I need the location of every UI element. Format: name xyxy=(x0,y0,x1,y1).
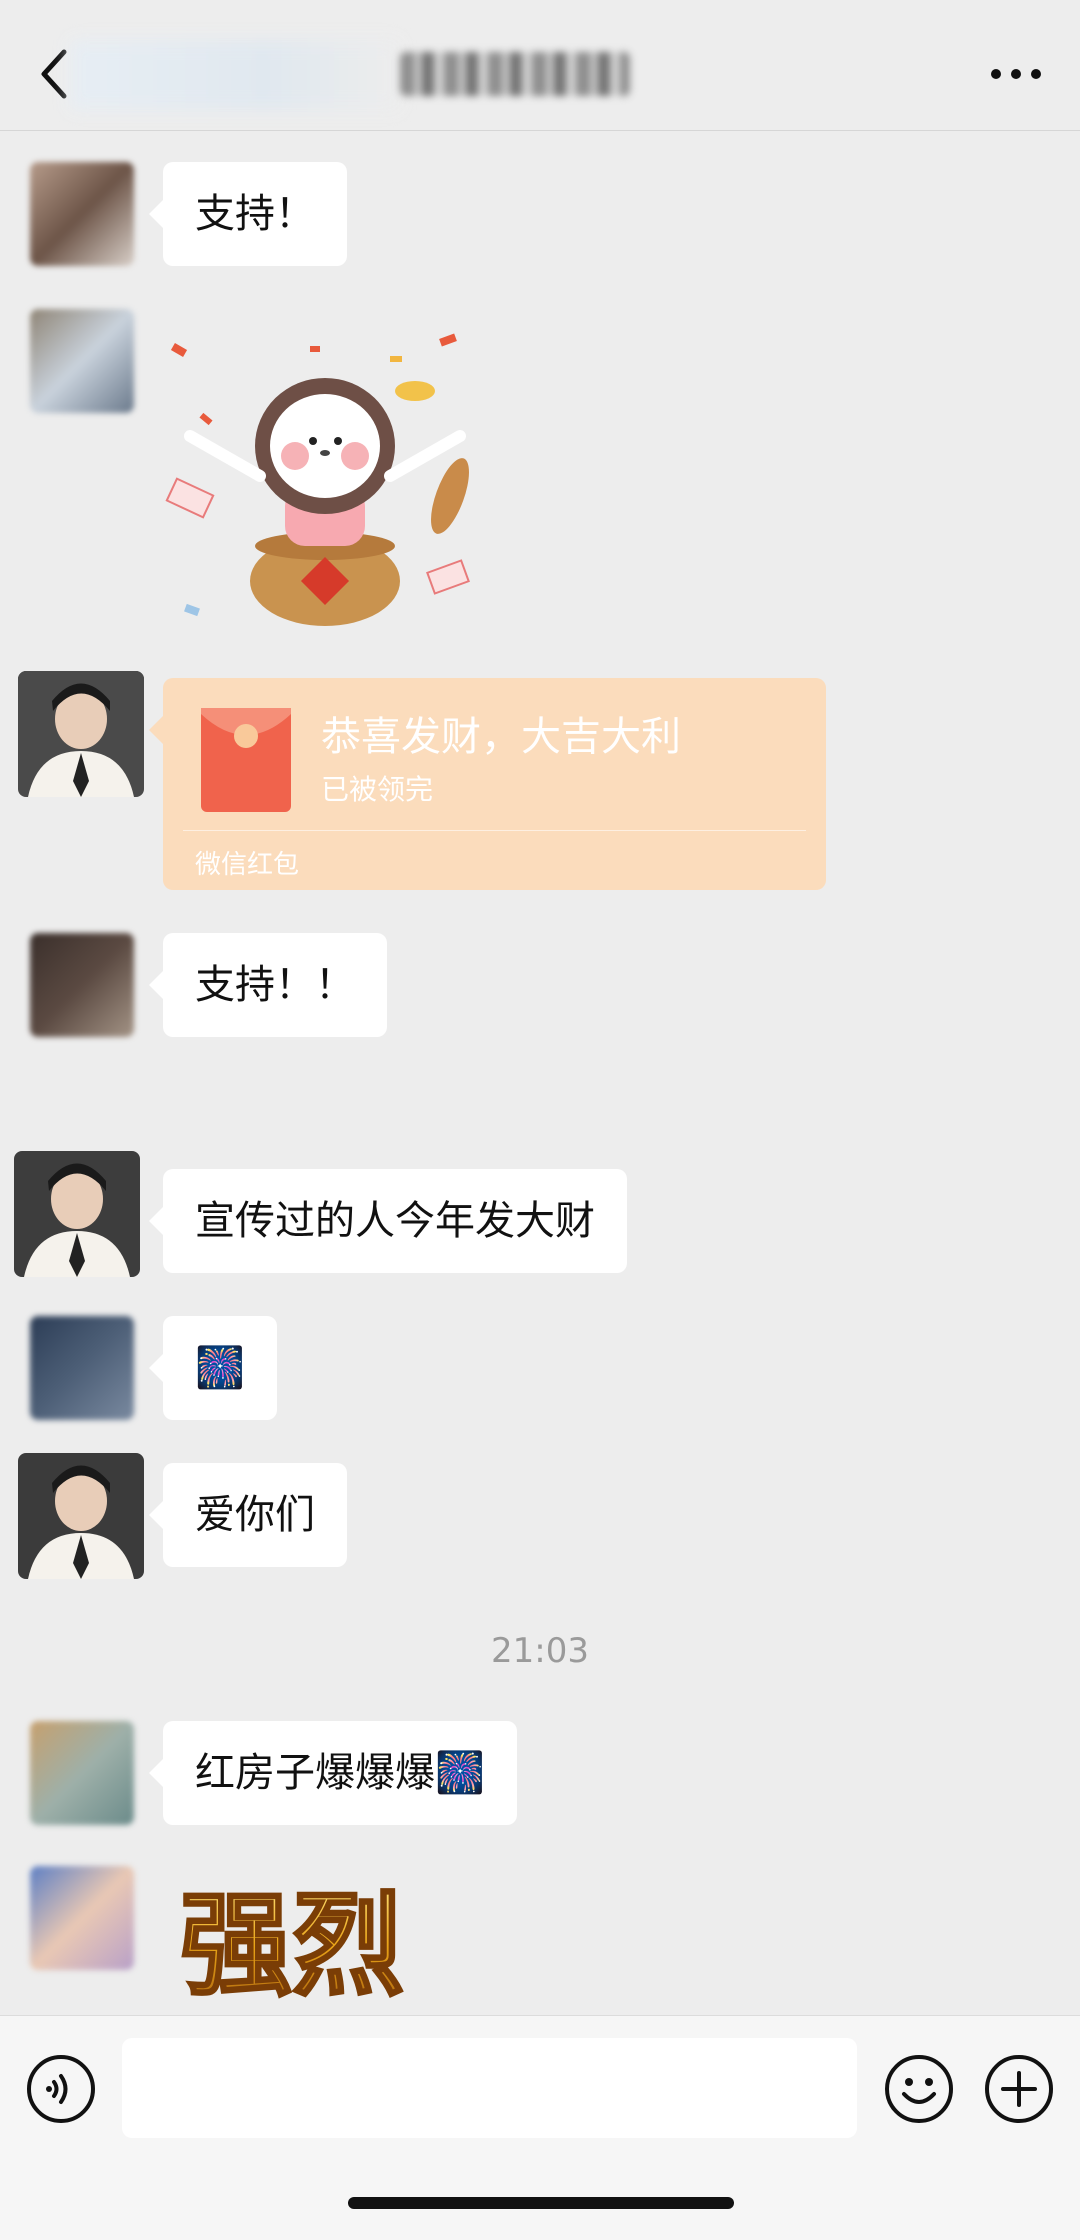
plus-button[interactable] xyxy=(984,2054,1054,2124)
avatar-photo-icon xyxy=(18,1453,144,1579)
message-bubble[interactable]: 支持！！ xyxy=(149,933,387,1037)
avatar[interactable] xyxy=(30,309,134,413)
avatar[interactable] xyxy=(30,1721,134,1825)
message-bubble[interactable]: 爱你们 xyxy=(149,1463,347,1567)
red-packet-footer: 微信红包 xyxy=(195,850,300,880)
avatar[interactable] xyxy=(30,1866,134,1970)
message-bubble[interactable]: 宣传过的人今年发大财 xyxy=(149,1169,627,1273)
avatar[interactable] xyxy=(30,162,134,266)
voice-icon xyxy=(27,2055,95,2123)
red-packet-title: 恭喜发财，大吉大利 xyxy=(321,714,681,760)
voice-button[interactable] xyxy=(26,2054,96,2124)
emoji-icon xyxy=(885,2055,953,2123)
red-packet-status: 已被领完 xyxy=(321,773,434,806)
avatar[interactable] xyxy=(30,933,134,1037)
blurred-region xyxy=(70,40,400,110)
chat-title-blurred xyxy=(400,52,630,96)
strong-text-sticker[interactable]: 强烈 xyxy=(180,1866,500,2015)
avatar[interactable] xyxy=(14,1151,140,1277)
red-packet-card[interactable]: 恭喜发财，大吉大利 已被领完 微信红包 xyxy=(149,678,826,890)
back-button[interactable] xyxy=(34,44,74,104)
plus-circle-icon xyxy=(985,2055,1053,2123)
more-horizontal-icon xyxy=(991,69,1041,79)
avatar[interactable] xyxy=(18,1453,144,1579)
message-list[interactable]: 支持！ 恭喜发财，大吉大利 已被领完 微信红包 支持！！ 宣传过的人今年发大财 … xyxy=(0,131,1080,2015)
fortune-girl-sticker[interactable] xyxy=(160,306,490,636)
avatar[interactable] xyxy=(18,671,144,797)
emoji-button[interactable] xyxy=(884,2054,954,2124)
message-input[interactable] xyxy=(122,2038,857,2138)
svg-text:强烈: 强烈 xyxy=(180,1881,404,2011)
avatar-photo-icon xyxy=(18,671,144,797)
red-packet-icon xyxy=(201,708,291,812)
avatar[interactable] xyxy=(30,1316,134,1420)
message-bubble[interactable]: 🎆 xyxy=(149,1316,277,1420)
avatar-photo-icon xyxy=(14,1151,140,1277)
message-bubble[interactable]: 支持！ xyxy=(149,162,347,266)
home-indicator[interactable] xyxy=(348,2197,734,2209)
chevron-left-icon xyxy=(41,49,67,99)
message-bubble[interactable]: 红房子爆爆爆🎆 xyxy=(149,1721,517,1825)
chat-header xyxy=(0,0,1080,131)
timestamp: 21:03 xyxy=(491,1631,589,1671)
divider xyxy=(183,830,806,831)
more-button[interactable] xyxy=(986,54,1046,94)
